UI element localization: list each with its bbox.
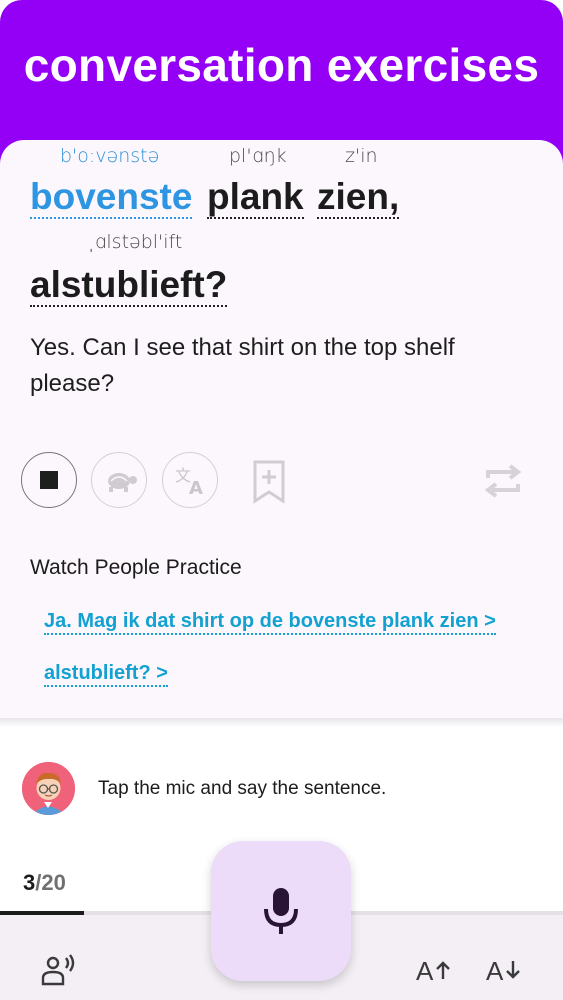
voice-settings-button[interactable] <box>40 953 78 987</box>
font-decrease-icon: A <box>486 956 520 985</box>
repeat-icon <box>484 464 522 498</box>
ipa-plank: pl'ɑŋk <box>229 145 287 167</box>
bookmark-add-icon <box>253 460 285 504</box>
font-decrease-button[interactable]: A <box>486 955 524 985</box>
mic-button[interactable] <box>211 841 351 981</box>
voice-person-icon <box>41 954 75 986</box>
watch-people-practice-title: Watch People Practice <box>30 556 242 579</box>
avatar <box>22 762 75 815</box>
practice-link-1[interactable]: Ja. Mag ik dat shirt op de bovenste plan… <box>44 609 496 635</box>
mic-icon <box>264 888 298 934</box>
svg-text:A: A <box>486 956 504 985</box>
ipa-bovenste: b'o:vənstə <box>60 145 160 167</box>
font-increase-button[interactable]: A <box>416 955 454 985</box>
turtle-icon <box>108 473 137 492</box>
practice-link-2[interactable]: alstublieft? > <box>44 661 168 687</box>
word-alstublieft[interactable]: alstublieft? <box>30 265 228 307</box>
font-increase-icon: A <box>416 956 450 985</box>
translate-icon: 文 A <box>175 466 203 497</box>
progress-counter: 3/20 <box>23 870 66 896</box>
progress-total: /20 <box>35 870 66 895</box>
tutor-avatar-icon <box>22 762 75 815</box>
page-title: conversation exercises <box>23 39 540 91</box>
translate-button[interactable]: 文 A <box>162 452 218 508</box>
slow-playback-button[interactable] <box>91 452 147 508</box>
word-bovenste[interactable]: bovenste <box>30 177 193 219</box>
sentence-card <box>0 140 563 725</box>
ipa-alstublieft: ˌɑlstəbl'ift <box>88 231 183 253</box>
progress-current: 3 <box>23 870 36 895</box>
stop-button[interactable] <box>21 452 77 508</box>
word-plank[interactable]: plank <box>207 177 304 219</box>
svg-text:A: A <box>416 956 434 985</box>
ipa-zien: z'in <box>345 145 378 167</box>
stop-icon <box>40 471 58 489</box>
svg-text:A: A <box>189 478 203 497</box>
bookmark-button[interactable] <box>249 457 289 507</box>
prompt-text: Tap the mic and say the sentence. <box>98 778 387 799</box>
translation-text: Yes. Can I see that shirt on the top she… <box>30 334 455 397</box>
word-zien[interactable]: zien, <box>317 177 400 219</box>
repeat-button[interactable] <box>479 457 527 505</box>
